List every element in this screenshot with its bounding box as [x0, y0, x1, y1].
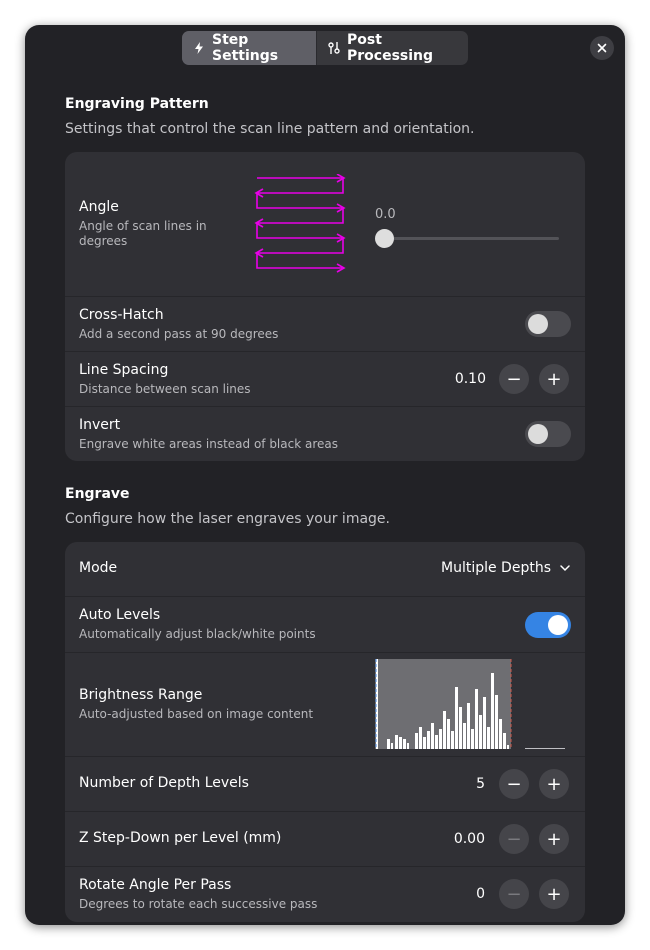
close-icon [597, 43, 607, 53]
auto-levels-row: Auto Levels Automatically adjust black/w… [65, 596, 585, 653]
rotate-subtitle: Degrees to rotate each successive pass [79, 897, 318, 911]
mode-title: Mode [79, 560, 118, 576]
line-spacing-subtitle: Distance between scan lines [79, 382, 251, 396]
angle-row: Angle Angle of scan lines in degrees 0.0 [65, 152, 585, 297]
auto-levels-subtitle: Automatically adjust black/white points [79, 627, 316, 641]
switch-knob [548, 615, 568, 635]
invert-title: Invert [79, 417, 121, 433]
invert-switch[interactable] [525, 421, 571, 447]
cross-hatch-row: Cross-Hatch Add a second pass at 90 degr… [65, 296, 585, 352]
cross-hatch-subtitle: Add a second pass at 90 degrees [79, 327, 279, 341]
rotate-increment-button[interactable]: + [539, 879, 569, 909]
angle-subtitle-line2: degrees [79, 234, 128, 248]
settings-dialog: Step Settings Post Processing Engraving … [25, 25, 625, 925]
z-step-row: Z Step-Down per Level (mm) 0.00 − + [65, 811, 585, 867]
scan-pattern-preview [254, 174, 346, 273]
brightness-range-title: Brightness Range [79, 687, 203, 703]
angle-slider-handle[interactable] [375, 229, 394, 248]
line-spacing-value[interactable]: 0.10 [426, 371, 486, 387]
brightness-range-subtitle: Auto-adjusted based on image content [79, 707, 314, 721]
tab-post-processing-label: Post Processing [347, 32, 434, 64]
auto-levels-title: Auto Levels [79, 607, 161, 623]
depth-levels-value[interactable]: 5 [425, 776, 485, 792]
invert-row: Invert Engrave white areas instead of bl… [65, 406, 585, 461]
line-spacing-row: Line Spacing Distance between scan lines… [65, 351, 585, 407]
switch-knob [528, 314, 548, 334]
engrave-description: Configure how the laser engraves your im… [65, 511, 390, 527]
mode-value: Multiple Depths [441, 560, 551, 576]
engrave-title: Engrave [65, 486, 130, 502]
chevron-down-icon [560, 565, 570, 572]
switch-knob [528, 424, 548, 444]
angle-subtitle-line1: Angle of scan lines in [79, 219, 207, 233]
depth-levels-title: Number of Depth Levels [79, 775, 249, 791]
tab-step-settings[interactable]: Step Settings [182, 31, 316, 65]
angle-slider-track[interactable] [385, 237, 559, 240]
rotate-title: Rotate Angle Per Pass [79, 877, 232, 893]
depth-levels-decrement-button[interactable]: − [499, 769, 529, 799]
engraving-pattern-title: Engraving Pattern [65, 96, 209, 112]
line-spacing-decrement-button[interactable]: − [499, 364, 529, 394]
depth-levels-increment-button[interactable]: + [539, 769, 569, 799]
line-spacing-increment-button[interactable]: + [539, 364, 569, 394]
tab-post-processing[interactable]: Post Processing [316, 31, 468, 65]
z-step-value[interactable]: 0.00 [425, 831, 485, 847]
depth-levels-row: Number of Depth Levels 5 − + [65, 756, 585, 812]
line-spacing-title: Line Spacing [79, 362, 169, 378]
view-switcher: Step Settings Post Processing [182, 31, 468, 65]
cross-hatch-title: Cross-Hatch [79, 307, 164, 323]
rotate-value[interactable]: 0 [425, 886, 485, 902]
brightness-range-row: Brightness Range Auto-adjusted based on … [65, 652, 585, 757]
engraving-pattern-description: Settings that control the scan line patt… [65, 121, 475, 137]
close-button[interactable] [590, 36, 614, 60]
rotate-decrement-button[interactable]: − [499, 879, 529, 909]
z-step-increment-button[interactable]: + [539, 824, 569, 854]
rotate-row: Rotate Angle Per Pass Degrees to rotate … [65, 866, 585, 922]
tab-step-settings-label: Step Settings [212, 32, 279, 64]
lightning-icon [195, 42, 203, 54]
engrave-card: Mode Multiple Depths Auto Levels Automat… [65, 542, 585, 922]
z-step-decrement-button[interactable]: − [499, 824, 529, 854]
cross-hatch-switch[interactable] [525, 311, 571, 337]
brightness-histogram[interactable] [375, 659, 570, 751]
sliders-icon [328, 42, 340, 54]
angle-title: Angle [79, 199, 119, 215]
z-step-title: Z Step-Down per Level (mm) [79, 830, 282, 846]
mode-row[interactable]: Mode Multiple Depths [65, 542, 585, 597]
angle-value: 0.0 [375, 207, 396, 222]
engraving-pattern-card: Angle Angle of scan lines in degrees 0.0… [65, 152, 585, 461]
mode-dropdown[interactable]: Multiple Depths [441, 560, 571, 576]
invert-subtitle: Engrave white areas instead of black are… [79, 437, 338, 451]
auto-levels-switch[interactable] [525, 612, 571, 638]
